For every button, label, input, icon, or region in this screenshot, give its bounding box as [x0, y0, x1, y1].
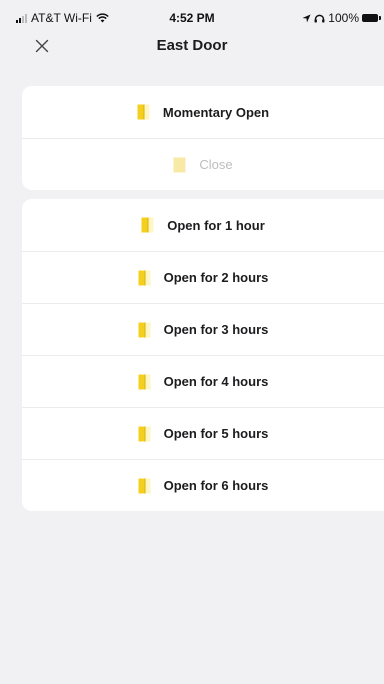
open-5-hours-label: Open for 5 hours	[163, 426, 269, 441]
open-3-hours-label: Open for 3 hours	[163, 322, 269, 337]
momentary-open-label: Momentary Open	[162, 104, 270, 120]
open-4-hours-button[interactable]: Open for 4 hours	[22, 355, 384, 407]
open-1-hour-label: Open for 1 hour	[167, 217, 265, 233]
headphones-icon	[314, 14, 325, 23]
page-title: East Door	[156, 37, 228, 54]
location-arrow-icon	[302, 13, 311, 23]
open-2-hours-button[interactable]: Open for 2 hours	[22, 251, 384, 303]
close-door-label: Close	[199, 157, 233, 172]
door-icon	[138, 374, 151, 389]
door-icon	[138, 270, 151, 285]
battery-percent: 100%	[328, 11, 359, 25]
door-icon	[141, 217, 154, 233]
door-icon	[138, 322, 151, 337]
open-5-hours-button[interactable]: Open for 5 hours	[22, 407, 384, 459]
door-icon	[138, 426, 151, 441]
status-bar: AT&T Wi-Fi 4:52 PM 100%	[0, 0, 384, 30]
status-right: 100%	[302, 11, 381, 25]
open-6-hours-button[interactable]: Open for 6 hours	[22, 459, 384, 511]
door-icon	[138, 478, 151, 493]
open-4-hours-label: Open for 4 hours	[163, 374, 269, 389]
open-2-hours-label: Open for 2 hours	[163, 270, 269, 285]
open-6-hours-label: Open for 6 hours	[163, 478, 269, 493]
battery-icon	[362, 14, 381, 22]
primary-actions-card: Momentary Open Close	[22, 86, 384, 190]
open-3-hours-button[interactable]: Open for 3 hours	[22, 303, 384, 355]
nav-bar: East Door	[0, 30, 384, 62]
hold-open-actions-card: Open for 1 hour Open for 2 hours Open fo…	[22, 199, 384, 511]
close-door-button[interactable]: Close	[22, 138, 384, 190]
momentary-open-button[interactable]: Momentary Open	[22, 86, 384, 138]
door-icon	[137, 104, 150, 120]
door-icon	[173, 157, 186, 172]
open-1-hour-button[interactable]: Open for 1 hour	[22, 199, 384, 251]
